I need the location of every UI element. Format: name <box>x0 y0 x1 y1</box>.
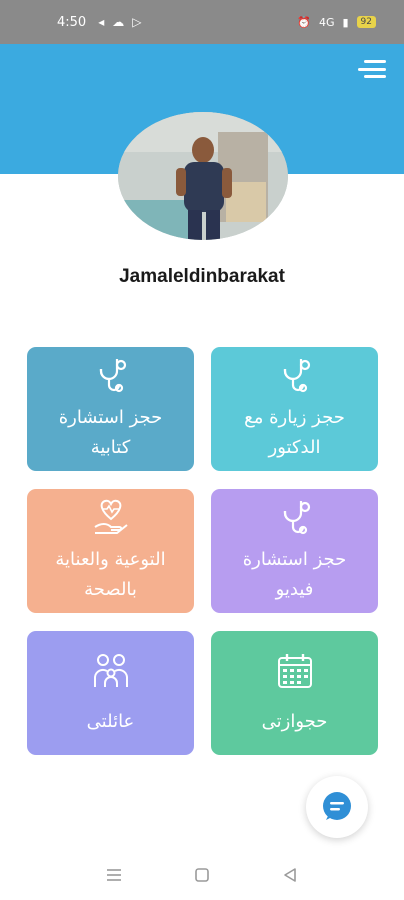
heart-hand-icon <box>93 499 128 534</box>
status-bar: 4:50 ◂ ☁ ▷ ⏰ 4G ▮ 92 <box>0 0 404 44</box>
alarm-icon: ⏰ <box>297 15 311 29</box>
card-label: عائلتى <box>73 707 149 737</box>
avatar[interactable] <box>118 112 288 240</box>
stethoscope-icon <box>283 359 310 393</box>
card-label-line: حجز استشارة <box>242 549 347 570</box>
back-button[interactable] <box>278 863 302 887</box>
home-button[interactable] <box>190 863 214 887</box>
home-icon <box>195 868 209 882</box>
recent-apps-icon <box>107 869 121 881</box>
card-label: التوعية والعناية بالصحة <box>41 545 179 605</box>
family-icon <box>93 654 128 687</box>
stethoscope-icon <box>283 501 310 535</box>
card-label: حجز استشارة كتابية <box>45 403 177 463</box>
status-right: ⏰ 4G ▮ 92 <box>297 16 376 29</box>
battery-indicator: 92 <box>356 16 376 28</box>
status-left-icons: ◂ ☁ ▷ <box>98 15 141 29</box>
card-label-line: التوعية والعناية <box>55 549 166 570</box>
menu-button[interactable] <box>358 60 386 78</box>
calendar-icon <box>277 654 312 688</box>
network-label: 4G <box>318 15 335 29</box>
card-label-line: بالصحة <box>84 579 137 600</box>
recent-apps-button[interactable] <box>102 863 126 887</box>
my-family-card[interactable]: عائلتى <box>27 631 194 755</box>
username-label: Jamaleldinbarakat <box>119 266 285 287</box>
card-label-line: حجز استشارة <box>58 407 163 428</box>
card-label-line: حجز زيارة مع <box>244 407 345 428</box>
card-label: حجوازتى <box>248 707 342 737</box>
back-icon <box>284 868 296 882</box>
card-label-line: الدكتور <box>268 437 321 458</box>
card-label: حجز استشارة فيديو <box>229 545 361 605</box>
my-bookings-card[interactable]: حجوازتى <box>211 631 378 755</box>
notification-icon: ◂ <box>98 15 105 29</box>
stethoscope-icon <box>99 359 126 393</box>
book-video-consultation-card[interactable]: حجز استشارة فيديو <box>211 489 378 613</box>
book-clinic-visit-card[interactable]: حجز زيارة مع الدكتور <box>211 347 378 471</box>
card-label: حجز زيارة مع الدكتور <box>230 403 359 463</box>
health-awareness-card[interactable]: التوعية والعناية بالصحة <box>27 489 194 613</box>
system-nav-bar <box>0 850 404 900</box>
card-label-line: حجوازتى <box>261 711 328 732</box>
menu-icon-line <box>358 67 386 71</box>
signal-icon: ▮ <box>342 15 349 29</box>
doctor-photo <box>118 112 288 240</box>
status-left: 4:50 ◂ ☁ ▷ <box>57 15 141 30</box>
card-label-line: كتابية <box>90 437 131 458</box>
chat-button[interactable] <box>306 776 368 838</box>
play-store-icon: ▷ <box>132 15 142 29</box>
menu-icon-line <box>364 75 386 78</box>
card-label-line: فيديو <box>275 579 314 600</box>
status-time: 4:50 <box>57 14 87 30</box>
cloud-icon: ☁ <box>112 15 125 29</box>
card-label-line: عائلتى <box>86 711 135 732</box>
menu-icon-line <box>364 60 386 63</box>
chat-icon <box>323 792 351 820</box>
book-written-consultation-card[interactable]: حجز استشارة كتابية <box>27 347 194 471</box>
